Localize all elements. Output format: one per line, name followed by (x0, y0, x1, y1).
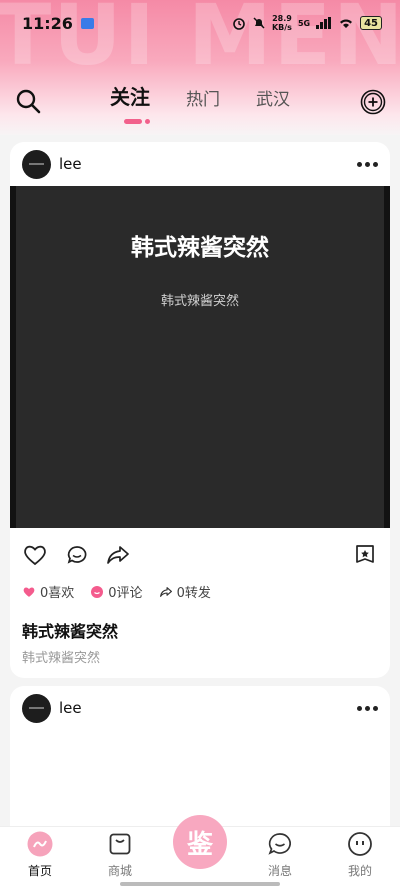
post-actions (10, 540, 390, 570)
post-card: lee 韩式辣酱突然 韩式辣酱突然 0喜欢 0评论 0转发 韩式辣酱突然 韩式辣… (10, 142, 390, 678)
share-icon[interactable] (105, 542, 131, 568)
likes-count: 0喜欢 (40, 586, 75, 601)
battery-level: 45 (364, 17, 378, 29)
network-type: 5G (297, 18, 311, 28)
more-options-icon[interactable] (357, 705, 378, 711)
tab-following[interactable]: 关注 (110, 81, 150, 110)
search-icon[interactable] (14, 87, 42, 115)
tab-messages-label: 消息 (267, 864, 292, 878)
media-title: 韩式辣酱突然 (131, 235, 269, 261)
post-description[interactable]: 韩式辣酱突然 (22, 647, 100, 666)
comments-stat: 0评论 (90, 582, 143, 601)
post-header: lee (10, 686, 390, 730)
shopping-bag-icon (109, 833, 131, 855)
post-stats: 0喜欢 0评论 0转发 (22, 582, 211, 601)
status-time: 11:26 (22, 13, 73, 33)
appraise-center-button[interactable]: 鉴 (173, 815, 227, 869)
tab-mall-label: 商城 (107, 864, 132, 878)
tab-profile-label: 我的 (347, 864, 372, 878)
status-indicators: 28.9 KB/s 5G 45 (232, 14, 382, 32)
message-bubble-icon (268, 833, 291, 855)
home-indicator (120, 882, 280, 886)
bottom-tab-bar: 首页 商城 鉴 消息 我的 (0, 815, 400, 889)
heart-filled-icon (23, 587, 35, 597)
tab-profile[interactable]: 我的 (320, 827, 400, 889)
shares-stat: 0转发 (159, 582, 211, 601)
shares-count: 0转发 (176, 586, 211, 601)
net-speed-value: 28.9 (272, 14, 292, 23)
comments-count: 0评论 (108, 586, 143, 601)
top-nav: 关注 热门 武汉 (0, 75, 400, 129)
network-speed: 28.9 KB/s (272, 14, 292, 32)
favorite-bookmark-icon[interactable] (352, 542, 378, 568)
likes-stat: 0喜欢 (22, 582, 74, 601)
avatar[interactable] (22, 149, 51, 179)
more-options-icon[interactable] (357, 161, 378, 167)
battery-indicator: 45 (360, 16, 382, 30)
post-username[interactable]: lee (59, 699, 82, 717)
add-post-icon[interactable] (360, 89, 386, 115)
tab-home[interactable]: 首页 (0, 827, 80, 889)
like-heart-icon[interactable] (22, 542, 48, 568)
share-small-icon (159, 586, 172, 597)
feed-tabs: 关注 热门 武汉 (110, 81, 290, 110)
notification-app-icon (80, 17, 94, 29)
tab-mall[interactable]: 商城 (80, 827, 160, 889)
comment-bubble-icon[interactable] (64, 542, 90, 568)
wifi-icon (340, 19, 353, 28)
mute-bell-icon (253, 17, 265, 29)
active-tab-indicator (124, 119, 150, 124)
post-title[interactable]: 韩式辣酱突然 (22, 618, 118, 642)
avatar[interactable] (22, 693, 51, 723)
tab-home-label: 首页 (27, 864, 52, 878)
comment-filled-icon (91, 585, 104, 598)
post-media[interactable]: 韩式辣酱突然 韩式辣酱突然 (10, 186, 390, 528)
signal-icon (316, 17, 332, 29)
alarm-icon (233, 18, 245, 30)
net-speed-unit: KB/s (271, 23, 292, 32)
post-header: lee (10, 142, 390, 186)
home-icon (27, 831, 53, 857)
profile-face-icon (348, 832, 372, 856)
media-subtitle: 韩式辣酱突然 (160, 294, 239, 309)
post-username[interactable]: lee (59, 155, 82, 173)
appraise-label: 鉴 (186, 829, 213, 860)
status-bar: 11:26 28.9 KB/s 5G 45 (0, 0, 400, 46)
tab-popular[interactable]: 热门 (186, 85, 220, 110)
tab-wuhan[interactable]: 武汉 (256, 85, 290, 110)
tab-messages[interactable]: 消息 (240, 827, 320, 889)
